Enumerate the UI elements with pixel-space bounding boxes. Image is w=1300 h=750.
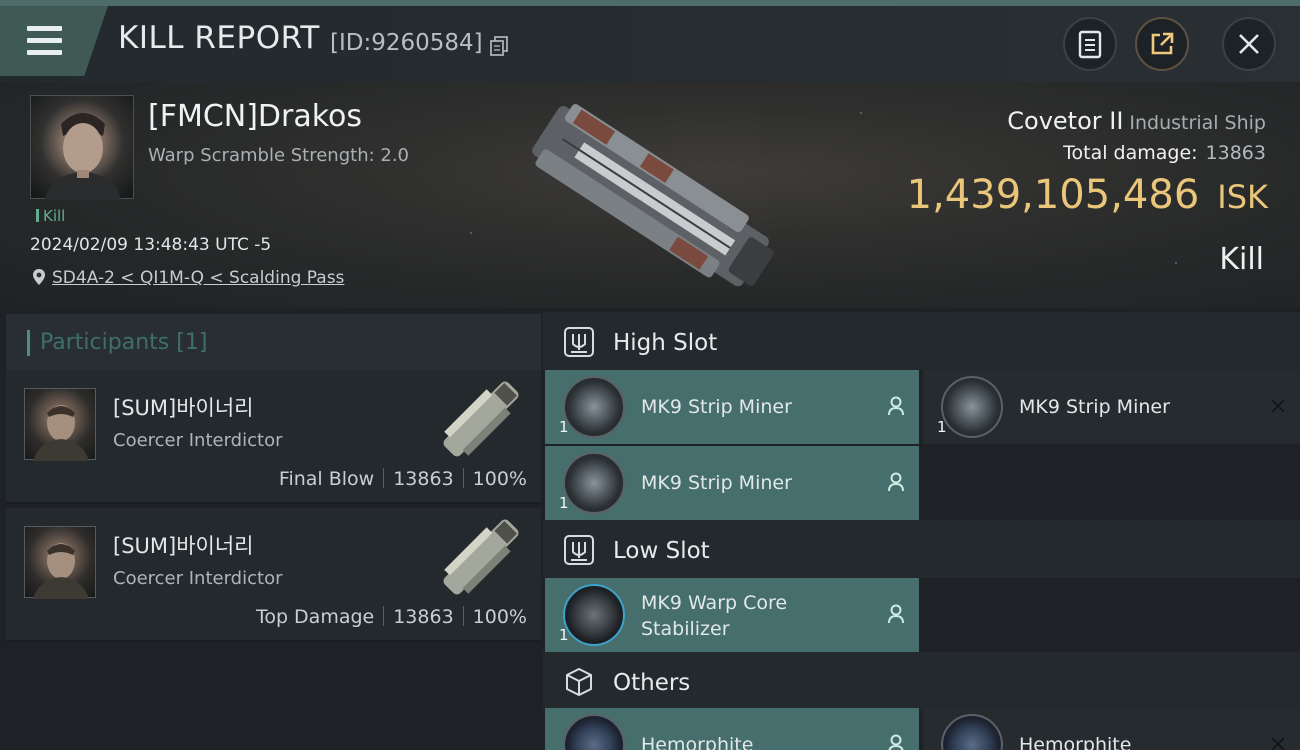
- module-name: Hemorphite: [1019, 734, 1132, 750]
- share-icon: [1151, 32, 1174, 55]
- destroyed-x-icon: [1271, 737, 1285, 750]
- copy-icon[interactable]: [490, 36, 508, 56]
- strip-miner-icon: [941, 376, 1003, 438]
- hemorphite-icon: [563, 714, 625, 750]
- destroyed-x-icon: [1271, 399, 1285, 413]
- module-name: Hemorphite: [641, 734, 754, 750]
- participants-panel: Participants [1] [SUM]바이너리 Coercer Inter…: [0, 308, 543, 750]
- module-item[interactable]: Hemorphite: [545, 708, 919, 750]
- fitting-panel: High Slot 1 MK9 Strip Miner 1 MK9 Strip …: [543, 308, 1300, 750]
- high-slot-icon: [564, 327, 594, 357]
- participant-ship-image: [443, 519, 519, 595]
- participant-card[interactable]: [SUM]바이너리 Coercer Interdictor Top Damage…: [6, 508, 541, 642]
- strip-miner-icon: [563, 376, 625, 438]
- close-button[interactable]: [1222, 17, 1276, 71]
- participant-avatar: [24, 526, 96, 599]
- fitted-person-icon: [888, 734, 904, 750]
- kill-result: Kill: [1219, 242, 1264, 277]
- victim-avatar[interactable]: [30, 95, 134, 200]
- report-id: [ID:9260584]: [330, 30, 483, 56]
- location-pin-icon: [33, 269, 45, 285]
- participants-header: Participants [1]: [6, 314, 541, 370]
- kill-timestamp: 2024/02/09 13:48:43 UTC -5: [30, 235, 272, 255]
- module-item[interactable]: 1 MK9 Strip Miner: [545, 446, 919, 520]
- low-slot-header: Low Slot: [543, 520, 1300, 578]
- hemorphite-icon: [941, 714, 1003, 750]
- participant-ship: Coercer Interdictor: [113, 568, 283, 589]
- victim-ship-name: Covetor II Industrial Ship: [1007, 107, 1266, 135]
- menu-icon-bar: [27, 38, 62, 43]
- warp-core-stabilizer-icon: [563, 584, 625, 646]
- kill-location[interactable]: SD4A-2 < QI1M-Q < Scalding Pass: [32, 268, 344, 288]
- participant-avatar: [24, 388, 96, 461]
- participant-ship-image: [443, 381, 519, 457]
- participant-stats: Top Damage 13863 100%: [255, 606, 527, 628]
- module-name: MK9 Strip Miner: [641, 472, 792, 494]
- participant-card[interactable]: [SUM]바이너리 Coercer Interdictor Final Blow…: [6, 370, 541, 504]
- low-slot-icon: [564, 535, 594, 565]
- module-name: MK9 Strip Miner: [1019, 396, 1170, 418]
- kill-tag: Kill: [36, 207, 65, 225]
- module-name: MK9 Strip Miner: [641, 396, 792, 418]
- page-title: KILL REPORT: [118, 20, 320, 56]
- menu-icon-bar: [27, 50, 62, 55]
- isk-value: 1,439,105,486 ISK: [906, 172, 1268, 218]
- module-name: MK9 Warp Core Stabilizer: [641, 592, 788, 640]
- warp-scramble-strength: Warp Scramble Strength: 2.0: [148, 145, 410, 166]
- victim-name: [FMCN]Drakos: [148, 99, 363, 134]
- others-header: Others: [543, 652, 1300, 710]
- report-button[interactable]: [1063, 17, 1117, 71]
- location-link[interactable]: SD4A-2 < QI1M-Q < Scalding Pass: [52, 268, 344, 288]
- module-item[interactable]: 1 MK9 Warp Core Stabilizer: [545, 578, 919, 652]
- participant-stats: Final Blow 13863 100%: [278, 468, 527, 490]
- module-item[interactable]: 1 MK9 Strip Miner: [545, 370, 919, 444]
- report-icon: [1078, 30, 1102, 59]
- cube-icon: [566, 667, 592, 697]
- fitted-person-icon: [888, 472, 904, 492]
- close-icon: [1239, 34, 1259, 54]
- participant-name: [SUM]바이너리: [113, 396, 254, 420]
- module-item[interactable]: 1 MK9 Strip Miner: [923, 370, 1300, 444]
- victim-ship-image: [532, 104, 774, 287]
- fitted-person-icon: [888, 396, 904, 416]
- share-button[interactable]: [1135, 17, 1189, 71]
- participant-ship: Coercer Interdictor: [113, 430, 283, 451]
- fitted-person-icon: [888, 604, 904, 624]
- strip-miner-icon: [563, 452, 625, 514]
- high-slot-header: High Slot: [543, 312, 1300, 370]
- menu-icon: [27, 26, 62, 31]
- module-item[interactable]: Hemorphite: [923, 708, 1300, 750]
- participant-name: [SUM]바이너리: [113, 534, 254, 558]
- total-damage: Total damage: 13863: [1063, 142, 1266, 164]
- victim-banner: [FMCN]Drakos Warp Scramble Strength: 2.0…: [0, 82, 1300, 308]
